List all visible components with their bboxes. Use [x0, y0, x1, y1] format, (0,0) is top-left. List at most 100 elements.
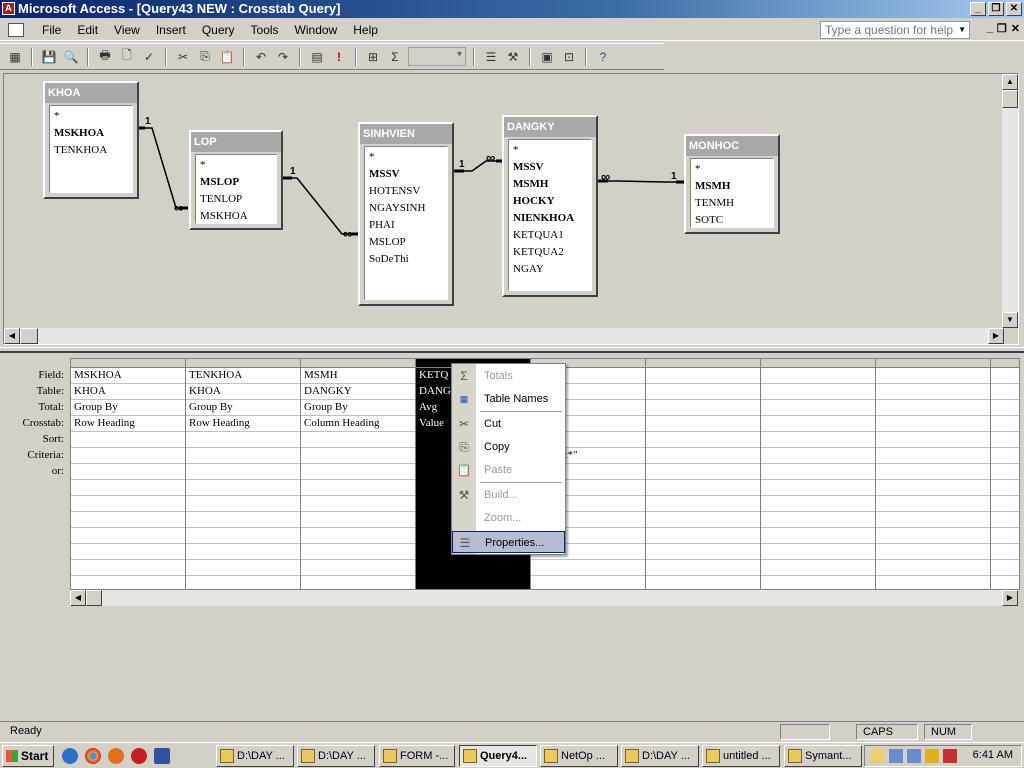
table-field[interactable]: HOTENSV — [369, 183, 443, 200]
build-icon[interactable]: ⚒ — [504, 48, 522, 66]
redo-icon[interactable]: ↷ — [274, 48, 292, 66]
show-table-icon[interactable]: ⊞ — [364, 48, 382, 66]
table-field[interactable]: MSMH — [695, 178, 769, 195]
grid-cell[interactable] — [301, 528, 415, 544]
column-selector[interactable] — [876, 359, 990, 368]
taskbar-button[interactable]: NetOp ... — [540, 745, 618, 767]
tray-shield-icon[interactable] — [925, 749, 939, 763]
grid-cell[interactable] — [761, 544, 875, 560]
doc-close-button[interactable]: ✕ — [1011, 22, 1020, 35]
table-field[interactable]: MSSV — [513, 159, 587, 176]
scroll-down-button[interactable]: ▼ — [1002, 312, 1018, 328]
grid-column[interactable] — [761, 359, 876, 589]
menu-window[interactable]: Window — [287, 23, 346, 37]
menu-edit[interactable]: Edit — [69, 23, 106, 37]
grid-column[interactable]: MSMH DANGKY Group By Column Heading — [301, 359, 416, 589]
spelling-icon[interactable]: ✓ — [140, 48, 158, 66]
grid-cell-total[interactable] — [991, 400, 1019, 416]
grid-cell[interactable] — [301, 576, 415, 589]
ie-icon[interactable] — [62, 748, 78, 764]
help-icon[interactable]: ? — [594, 48, 612, 66]
grid-cell-crosstab[interactable] — [876, 416, 990, 432]
grid-cell-total[interactable]: Group By — [186, 400, 300, 416]
grid-cell[interactable] — [301, 480, 415, 496]
grid-cell-field[interactable]: MSMH — [301, 368, 415, 384]
grid-cell[interactable] — [991, 576, 1019, 589]
grid-cell[interactable] — [761, 480, 875, 496]
table-field[interactable]: * — [369, 149, 443, 166]
grid-cell-criteria[interactable] — [761, 448, 875, 464]
close-button[interactable]: ✕ — [1006, 2, 1022, 16]
table-field[interactable]: TENMH — [695, 195, 769, 212]
column-selector[interactable] — [71, 359, 185, 368]
grid-cell[interactable] — [646, 496, 760, 512]
grid-cell-table[interactable] — [761, 384, 875, 400]
taskbar-button[interactable]: FORM -... — [379, 745, 455, 767]
grid-cell-criteria[interactable] — [71, 448, 185, 464]
grid-cell[interactable] — [761, 496, 875, 512]
table-field[interactable]: KETQUA2 — [513, 244, 587, 261]
firefox-icon[interactable] — [108, 748, 124, 764]
query-type-icon[interactable]: ▤ — [308, 48, 326, 66]
grid-cell[interactable] — [186, 496, 300, 512]
grid-cell-table[interactable]: KHOA — [186, 384, 300, 400]
taskbar-button[interactable]: D:\DAY ... — [297, 745, 375, 767]
table-field[interactable]: KETQUA1 — [513, 227, 587, 244]
column-selector[interactable] — [301, 359, 415, 368]
diagram-horizontal-scrollbar[interactable]: ◀ ▶ — [4, 328, 1004, 344]
grid-cell[interactable] — [876, 464, 990, 480]
grid-cell[interactable] — [876, 432, 990, 448]
search-icon[interactable]: 🔍 — [62, 48, 80, 66]
grid-cell[interactable] — [71, 576, 185, 589]
grid-cell[interactable] — [876, 576, 990, 589]
grid-cell[interactable] — [71, 432, 185, 448]
field-list[interactable]: * MSMH TENMH SOTC — [690, 158, 774, 228]
tray-network-icon[interactable] — [889, 749, 903, 763]
doc-restore-button[interactable]: ❐ — [997, 22, 1007, 35]
table-dangky[interactable]: DANGKY * MSSV MSMH HOCKY NIENKHOA KETQUA1 KETQ… — [502, 115, 598, 297]
grid-cell-field[interactable] — [991, 368, 1019, 384]
grid-cell[interactable] — [301, 512, 415, 528]
grid-cell[interactable] — [186, 544, 300, 560]
table-title[interactable]: KHOA — [45, 83, 137, 103]
menu-item-paste[interactable]: 📋 Paste — [452, 459, 565, 481]
grid-cell-table[interactable]: DANGKY — [301, 384, 415, 400]
grid-cell-total[interactable]: Group By — [301, 400, 415, 416]
grid-cell[interactable] — [876, 528, 990, 544]
top-values-combo[interactable] — [408, 47, 466, 66]
grid-cell[interactable] — [186, 464, 300, 480]
taskbar-button[interactable]: D:\DAY ... — [216, 745, 294, 767]
table-field[interactable]: MSKHOA — [200, 208, 272, 225]
menu-item-properties[interactable]: ☰ Properties... — [452, 531, 565, 553]
grid-cell[interactable] — [416, 576, 530, 589]
field-list[interactable]: * MSLOP TENLOP MSKHOA — [195, 154, 277, 224]
grid-cell[interactable] — [991, 432, 1019, 448]
grid-cell[interactable] — [991, 496, 1019, 512]
grid-cell[interactable] — [71, 544, 185, 560]
grid-cell[interactable] — [761, 576, 875, 589]
menu-item-totals[interactable]: Σ Totals — [452, 365, 565, 387]
grid-cell-field[interactable] — [761, 368, 875, 384]
menu-help[interactable]: Help — [345, 23, 386, 37]
grid-cell[interactable] — [876, 560, 990, 576]
grid-cell[interactable] — [991, 544, 1019, 560]
print-icon[interactable]: 🖶 — [96, 48, 114, 66]
table-title[interactable]: LOP — [191, 132, 281, 152]
save-icon[interactable]: 💾 — [40, 48, 58, 66]
table-title[interactable]: SINHVIEN — [360, 124, 452, 144]
grid-cell[interactable] — [761, 512, 875, 528]
grid-cell-field[interactable]: TENKHOA — [186, 368, 300, 384]
grid-cell-criteria[interactable] — [876, 448, 990, 464]
totals-sigma-icon[interactable]: Σ — [386, 48, 404, 66]
grid-cell[interactable] — [71, 496, 185, 512]
paste-icon[interactable]: 📋 — [218, 48, 236, 66]
column-selector[interactable] — [761, 359, 875, 368]
tray-antivirus-icon[interactable] — [943, 749, 957, 763]
restore-button[interactable]: ❐ — [988, 2, 1004, 16]
taskbar-button[interactable]: untitled ... — [702, 745, 780, 767]
grid-cell[interactable] — [876, 480, 990, 496]
table-field[interactable]: * — [200, 157, 272, 174]
new-object-icon[interactable]: ⊡ — [560, 48, 578, 66]
scroll-left-button[interactable]: ◀ — [4, 328, 20, 344]
table-lop[interactable]: LOP * MSLOP TENLOP MSKHOA — [189, 130, 283, 230]
